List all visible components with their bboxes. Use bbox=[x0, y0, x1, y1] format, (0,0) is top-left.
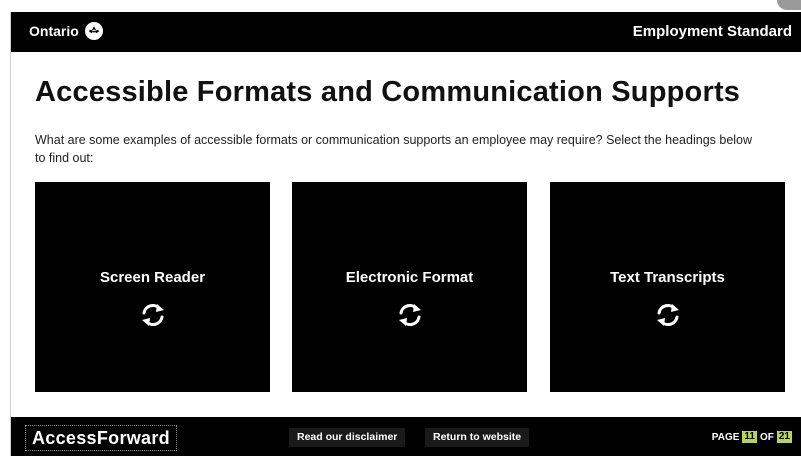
current-page-number: 11 bbox=[742, 431, 757, 443]
page-prefix: PAGE bbox=[711, 431, 740, 443]
footer-bar: AccessForward Read our disclaimer Return… bbox=[11, 417, 801, 456]
brand-name: Ontario bbox=[29, 23, 79, 39]
page-of: OF bbox=[759, 431, 774, 443]
flip-card-screen-reader[interactable]: Screen Reader bbox=[35, 182, 270, 392]
refresh-icon bbox=[398, 304, 421, 326]
refresh-icon bbox=[141, 304, 164, 326]
page-title: Accessible Formats and Communication Sup… bbox=[35, 76, 741, 108]
intro-text: What are some examples of accessible for… bbox=[35, 132, 753, 165]
refresh-icon bbox=[656, 304, 679, 326]
return-to-website-button[interactable]: Return to website bbox=[425, 428, 530, 447]
total-page-number: 21 bbox=[776, 431, 792, 443]
disclaimer-button[interactable]: Read our disclaimer bbox=[289, 428, 406, 447]
flip-card-electronic-format[interactable]: Electronic Format bbox=[292, 182, 527, 392]
ontario-brand: Ontario bbox=[29, 22, 103, 40]
flip-card-text-transcripts[interactable]: Text Transcripts bbox=[550, 182, 785, 392]
module-title: Employment Standard bbox=[632, 23, 792, 40]
card-label: Screen Reader bbox=[99, 269, 206, 286]
header-bar: Ontario Employment Standard bbox=[11, 12, 801, 52]
top-margin bbox=[0, 0, 801, 12]
trillium-logo-icon bbox=[84, 22, 103, 40]
accessforward-logo: AccessForward bbox=[25, 425, 177, 451]
course-frame: Ontario Employment Standard Accessible F… bbox=[10, 12, 801, 456]
page-indicator: PAGE 11 OF 21 bbox=[712, 431, 792, 443]
card-label: Text Transcripts bbox=[610, 269, 725, 286]
card-label: Electronic Format bbox=[345, 269, 474, 286]
